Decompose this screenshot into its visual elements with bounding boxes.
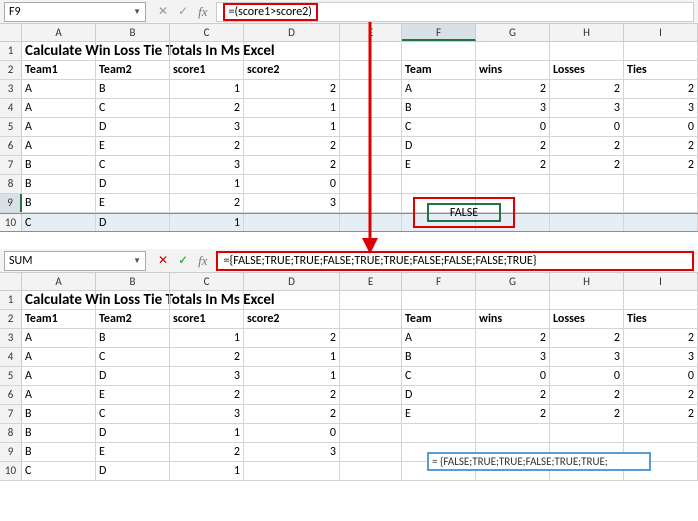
title-cell: Calculate Win Loss Tie Totals In Ms Exce…	[22, 42, 96, 60]
fx-icon[interactable]: fx	[198, 253, 207, 269]
fx-icon[interactable]: fx	[198, 4, 207, 20]
table-row[interactable]: 6 AE22D222	[0, 386, 698, 405]
col-header-g[interactable]: G	[476, 24, 550, 41]
select-all-corner[interactable]	[0, 273, 22, 290]
table-row[interactable]: 2 Team1 Team2 score1 score2 Team wins Lo…	[0, 61, 698, 80]
row-header[interactable]: 2	[0, 61, 22, 79]
annotation-box	[413, 197, 515, 228]
formula-bar-buttons: ✕ ✓ fx	[150, 4, 216, 20]
table-row[interactable]: 8 BD10	[0, 175, 698, 194]
formula-bar: SUM ▼ ✕ ✓ fx ={FALSE;TRUE;TRUE;FALSE;TRU…	[0, 249, 698, 273]
grid-bottom[interactable]: A B C D E F G H I 1 Calculate Win Loss T…	[0, 273, 698, 481]
col-header-h[interactable]: H	[550, 24, 624, 41]
rows-top: 1 Calculate Win Loss Tie Totals In Ms Ex…	[0, 42, 698, 232]
select-all-corner[interactable]	[0, 24, 22, 41]
table-row[interactable]: 7 BC32E222	[0, 405, 698, 424]
table-row[interactable]: 3 AB12A222	[0, 329, 698, 348]
col-header-b[interactable]: B	[96, 24, 170, 41]
name-box[interactable]: F9 ▼	[4, 2, 146, 22]
formula-bar-buttons: ✕ ✓ fx	[150, 253, 216, 269]
cancel-icon[interactable]: ✕	[158, 253, 168, 269]
name-box-dropdown-icon[interactable]: ▼	[133, 7, 141, 17]
col-header-i[interactable]: I	[624, 24, 698, 41]
formula-input[interactable]: ={FALSE;TRUE;TRUE;FALSE;TRUE;TRUE;FALSE;…	[216, 251, 694, 271]
table-row[interactable]: 2 Team1 Team2 score1 score2 Team wins Lo…	[0, 310, 698, 329]
col-header-d[interactable]: D	[244, 24, 340, 41]
cancel-icon[interactable]: ✕	[158, 4, 168, 20]
table-row[interactable]: 1 Calculate Win Loss Tie Totals In Ms Ex…	[0, 291, 698, 310]
table-row[interactable]: 8 BD10	[0, 424, 698, 443]
table-row[interactable]: 4 AC21B333	[0, 99, 698, 118]
name-box[interactable]: SUM ▼	[4, 251, 146, 271]
title-cell: Calculate Win Loss Tie Totals In Ms Exce…	[22, 291, 96, 309]
formula-input[interactable]: =(score1>score2)	[216, 2, 694, 22]
table-row[interactable]: 3 AB12A222	[0, 80, 698, 99]
table-row[interactable]: 5 AD31C000	[0, 367, 698, 386]
formula-text: =(score1>score2)	[223, 3, 318, 21]
row-header[interactable]: 1	[0, 42, 22, 60]
name-box-dropdown-icon[interactable]: ▼	[133, 256, 141, 266]
enter-icon[interactable]: ✓	[178, 253, 188, 269]
table-row[interactable]: 9 BE23	[0, 194, 698, 213]
col-header-e[interactable]: E	[340, 24, 402, 41]
table-row[interactable]: 6 AE22D222	[0, 137, 698, 156]
formula-bar: F9 ▼ ✕ ✓ fx =(score1>score2)	[0, 0, 698, 24]
table-row[interactable]: 1 Calculate Win Loss Tie Totals In Ms Ex…	[0, 42, 698, 61]
column-headers: A B C D E F G H I	[0, 24, 698, 42]
table-row[interactable]: 5 AD31C000	[0, 118, 698, 137]
table-row[interactable]: 7 BC32E222	[0, 156, 698, 175]
enter-icon[interactable]: ✓	[178, 4, 188, 20]
column-headers: A B C D E F G H I	[0, 273, 698, 291]
editing-cell[interactable]: = {FALSE;TRUE;TRUE;FALSE;TRUE;TRUE;	[427, 452, 651, 471]
name-box-value: F9	[9, 5, 21, 19]
excel-panel-top: F9 ▼ ✕ ✓ fx =(score1>score2) A B C D E F…	[0, 0, 698, 232]
formula-text: ={FALSE;TRUE;TRUE;FALSE;TRUE;TRUE;FALSE;…	[224, 254, 537, 268]
col-header-f[interactable]: F	[402, 24, 476, 41]
col-header-a[interactable]: A	[22, 24, 96, 41]
excel-panel-bottom: SUM ▼ ✕ ✓ fx ={FALSE;TRUE;TRUE;FALSE;TRU…	[0, 249, 698, 481]
col-header-c[interactable]: C	[170, 24, 244, 41]
name-box-value: SUM	[9, 254, 32, 268]
grid-top[interactable]: A B C D E F G H I 1 Calculate Win Loss T…	[0, 24, 698, 232]
table-row[interactable]: 10 CD1	[0, 213, 698, 232]
table-row[interactable]: 4 AC21B333	[0, 348, 698, 367]
